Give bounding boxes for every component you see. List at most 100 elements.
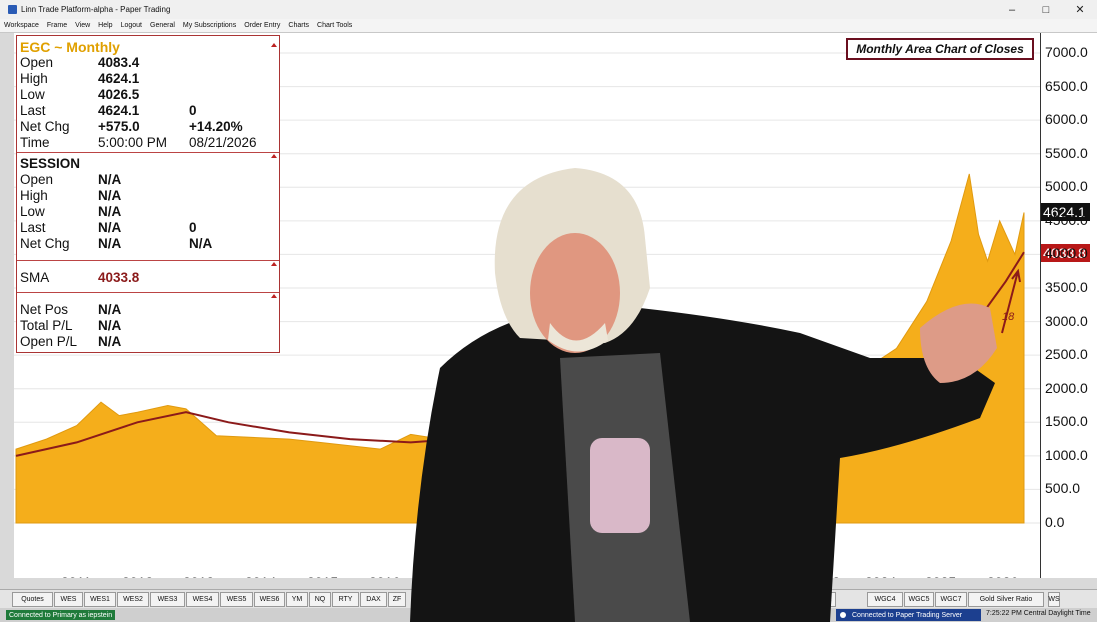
maximize-button[interactable]: □ — [1029, 0, 1063, 19]
window-title: Linn Trade Platform-alpha - Paper Tradin… — [21, 5, 171, 14]
menu-workspace[interactable]: Workspace — [0, 22, 43, 29]
menu-frame[interactable]: Frame — [43, 22, 71, 29]
session-open-label: Open — [20, 172, 54, 187]
menu-charts[interactable]: Charts — [284, 22, 313, 29]
price-tick-label: 2000.0 — [1045, 379, 1088, 396]
last-value: 4624.1 — [98, 103, 140, 118]
price-tick-label: 3500.0 — [1045, 279, 1088, 295]
tab-quotes[interactable]: Quotes — [12, 592, 53, 607]
panel-divider — [17, 292, 279, 293]
time-label: Time — [20, 135, 50, 150]
price-axis[interactable]: 4624.1 4033.8 7000.0 6500.0 6000.0 5500.0 50… — [1040, 33, 1097, 578]
chart-title: Monthly Area Chart of Closes — [846, 38, 1034, 60]
open-pl-label: Open P/L — [20, 334, 78, 349]
presenter-video-overlay — [410, 168, 997, 622]
menu-order-entry[interactable]: Order Entry — [240, 22, 284, 29]
tab-wes2[interactable]: WES2 — [117, 592, 149, 607]
session-open-value: N/A — [98, 172, 122, 187]
low-value: 4026.5 — [98, 87, 140, 102]
tab-ym[interactable]: YM — [286, 592, 308, 607]
low-label: Low — [20, 87, 45, 102]
price-tick-label: 3000.0 — [1045, 312, 1088, 329]
tab-wes1[interactable]: WES1 — [84, 592, 116, 607]
session-net-change-label: Net Chg — [20, 236, 70, 251]
last-extra-value: 0 — [189, 103, 197, 118]
menu-help[interactable]: Help — [94, 22, 116, 29]
session-low-value: N/A — [98, 204, 122, 219]
collapse-arrow-icon[interactable] — [271, 294, 277, 298]
year-tick-label: 2016 — [369, 574, 400, 578]
high-label: High — [20, 71, 48, 86]
year-tick-label: 2015 — [307, 574, 338, 578]
sma-value: 4033.8 — [98, 270, 140, 285]
panel-divider — [17, 152, 279, 153]
session-last-label: Last — [20, 220, 46, 235]
collapse-arrow-icon[interactable] — [271, 154, 277, 158]
tab-ws[interactable]: WS — [1048, 592, 1060, 607]
year-tick-label: 2013 — [183, 574, 214, 578]
price-tick-label: 2500.0 — [1045, 346, 1088, 363]
year-tick-label: 2011 — [61, 574, 91, 578]
price-tick-label: 4500.0 — [1045, 211, 1088, 228]
net-change-value: +575.0 — [98, 119, 140, 134]
minimize-button[interactable]: – — [995, 0, 1029, 19]
app-icon — [8, 5, 17, 14]
price-tick-label: 0.0 — [1045, 514, 1065, 530]
total-pl-label: Total P/L — [20, 318, 73, 333]
year-tick-label: 2014 — [245, 574, 276, 578]
session-last-extra: 0 — [189, 220, 197, 235]
net-change-percent: +14.20% — [189, 119, 243, 134]
open-label: Open — [20, 55, 54, 70]
instrument-header: EGC ~ Monthly — [20, 39, 120, 55]
net-position-value: N/A — [98, 302, 122, 317]
menu-view[interactable]: View — [71, 22, 94, 29]
tab-dax[interactable]: DAX — [360, 592, 387, 607]
price-tick-label: 500.0 — [1045, 480, 1081, 497]
year-tick-label: 2012 — [122, 574, 153, 578]
price-tick-label: 4000.0 — [1045, 245, 1088, 262]
high-value: 4624.1 — [98, 71, 140, 86]
date-value: 08/21/2026 — [189, 135, 257, 150]
menu-logout[interactable]: Logout — [117, 22, 146, 29]
session-header: SESSION — [20, 156, 81, 171]
presenter-hand — [920, 303, 997, 383]
primary-connection-status: Connected to Primary as iepstein — [6, 610, 116, 620]
collapse-arrow-icon[interactable] — [271, 262, 277, 266]
tab-wes5[interactable]: WES5 — [220, 592, 253, 607]
price-tick-label: 7000.0 — [1045, 44, 1088, 60]
cat-print-graphic — [590, 438, 650, 533]
net-position-label: Net Pos — [20, 302, 69, 317]
price-tick-label: 5500.0 — [1045, 144, 1088, 161]
session-high-value: N/A — [98, 188, 122, 203]
price-tick-label: 1500.0 — [1045, 413, 1088, 430]
menu-general[interactable]: General — [146, 22, 179, 29]
open-pl-value: N/A — [98, 334, 122, 349]
window-titlebar: Linn Trade Platform-alpha - Paper Tradin… — [0, 0, 1097, 19]
sma-label: SMA — [20, 270, 50, 285]
tab-wes6[interactable]: WES6 — [254, 592, 285, 607]
menu-my-subscriptions[interactable]: My Subscriptions — [179, 22, 240, 29]
tab-wes[interactable]: WES — [54, 592, 83, 607]
net-change-label: Net Chg — [20, 119, 70, 134]
session-low-label: Low — [20, 204, 45, 219]
tab-wes3[interactable]: WES3 — [150, 592, 185, 607]
session-last-value: N/A — [98, 220, 122, 235]
total-pl-value: N/A — [98, 318, 122, 333]
session-high-label: High — [20, 188, 48, 203]
quote-info-panel: EGC ~ Monthly Open 4083.4 High 4624.1 Low 4… — [16, 35, 280, 353]
tab-wes4[interactable]: WES4 — [186, 592, 219, 607]
tab-nq[interactable]: NQ — [309, 592, 331, 607]
price-tick-label: 6500.0 — [1045, 77, 1088, 94]
panel-divider — [17, 260, 279, 261]
time-value: 5:00:00 PM — [98, 135, 168, 150]
open-value: 4083.4 — [98, 55, 140, 70]
tab-rty[interactable]: RTY — [332, 592, 359, 607]
price-tick-label: 6000.0 — [1045, 111, 1088, 128]
price-tick-label: 1000.0 — [1045, 446, 1088, 463]
session-net-change-extra: N/A — [189, 236, 213, 251]
price-tick-label: 5000.0 — [1045, 178, 1088, 195]
presenter-jacket — [410, 308, 995, 622]
collapse-arrow-icon[interactable] — [271, 43, 277, 47]
menu-chart-tools[interactable]: Chart Tools — [313, 22, 356, 29]
close-button[interactable]: ✕ — [1063, 0, 1097, 19]
